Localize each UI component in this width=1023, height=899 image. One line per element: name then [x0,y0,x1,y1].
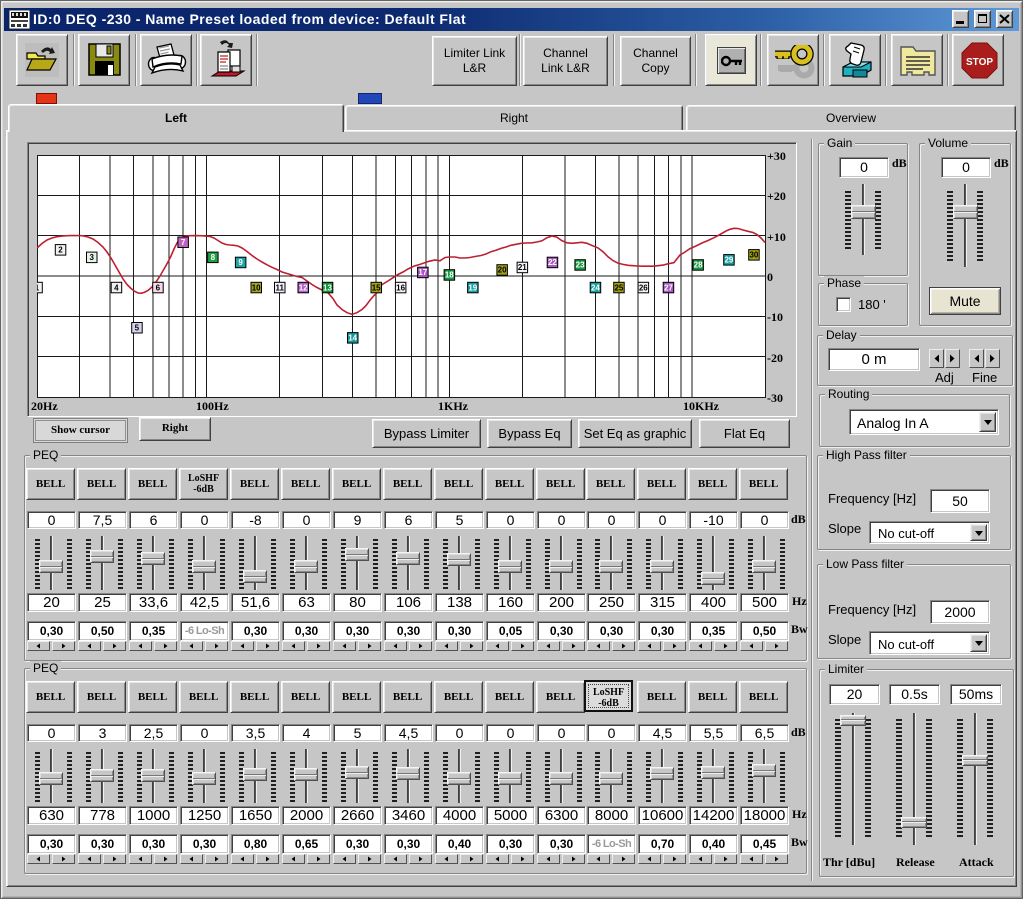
svg-text:12: 12 [299,283,308,292]
svg-text:24: 24 [591,283,600,292]
svg-text:30: 30 [749,251,758,260]
svg-text:29: 29 [724,256,733,265]
svg-text:23: 23 [576,261,585,270]
svg-text:2: 2 [58,246,63,255]
svg-text:25: 25 [614,283,623,292]
svg-text:19: 19 [468,283,477,292]
svg-text:28: 28 [694,261,703,270]
svg-text:7: 7 [181,238,186,247]
svg-text:18: 18 [445,271,454,280]
svg-text:4: 4 [114,283,119,292]
svg-text:17: 17 [418,268,427,277]
svg-text:26: 26 [639,283,648,292]
svg-text:15: 15 [372,283,381,292]
svg-text:27: 27 [664,283,673,292]
svg-text:16: 16 [396,283,405,292]
svg-text:STOP: STOP [966,57,993,68]
svg-text:11: 11 [275,283,284,292]
svg-text:13: 13 [323,283,332,292]
svg-text:21: 21 [518,263,527,272]
svg-text:6: 6 [156,283,161,292]
svg-text:10: 10 [252,283,261,292]
svg-text:20: 20 [498,266,507,275]
svg-text:3: 3 [89,253,94,262]
svg-text:8: 8 [211,253,216,262]
svg-text:22: 22 [548,258,557,267]
svg-text:5: 5 [135,324,140,333]
svg-text:9: 9 [238,258,243,267]
svg-text:14: 14 [348,334,357,343]
